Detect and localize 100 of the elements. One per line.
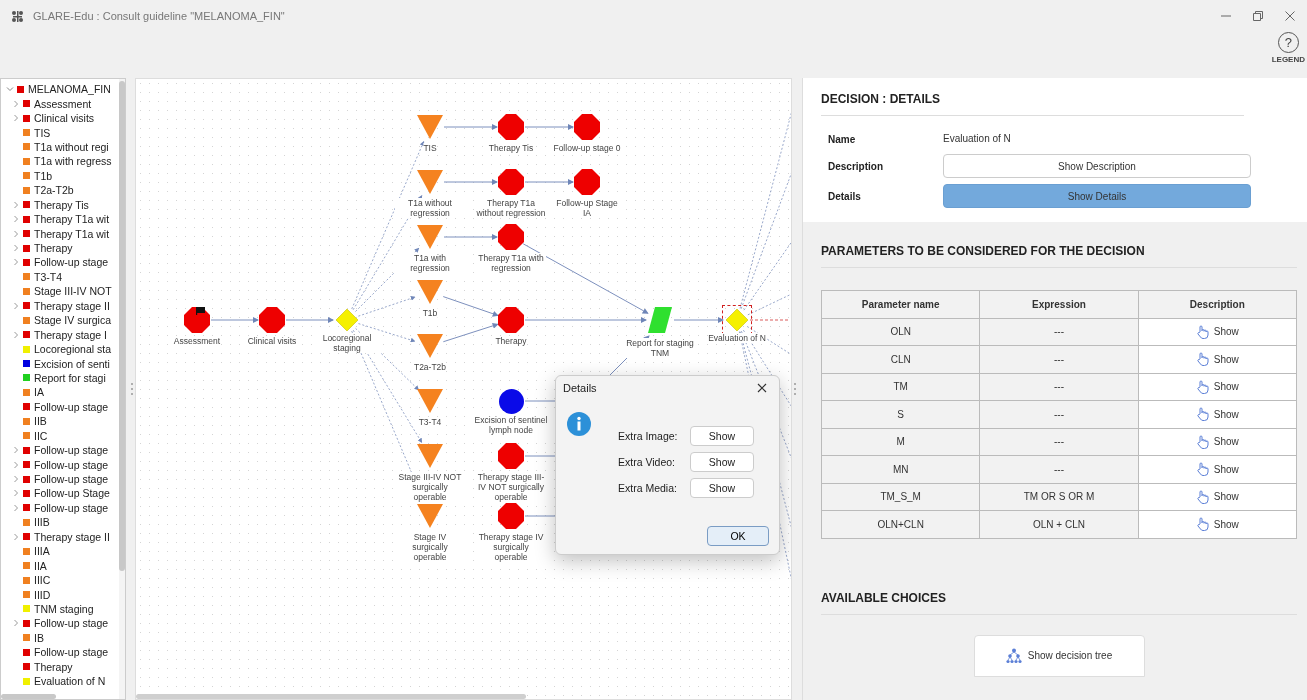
legend-button[interactable]: ? LEGEND [1271, 32, 1305, 64]
diamond-node[interactable] [723, 306, 751, 334]
octagon-node[interactable] [258, 306, 286, 334]
tree-item[interactable]: IIB [34, 415, 47, 428]
chevron-right-icon[interactable] [12, 244, 20, 253]
show-link[interactable]: Show [1138, 401, 1297, 429]
octagon-node[interactable] [497, 502, 525, 530]
chevron-right-icon[interactable] [12, 330, 20, 339]
show-link[interactable]: Show [1138, 428, 1297, 456]
octagon-node[interactable] [497, 223, 525, 251]
tree-item[interactable]: Follow-up stage [34, 444, 109, 457]
tree-item[interactable]: Report for stagi [34, 371, 106, 384]
chevron-right-icon[interactable] [12, 619, 20, 628]
tree-item[interactable]: T1a with regress [34, 155, 112, 168]
chevron-right-icon[interactable] [12, 460, 20, 469]
chevron-down-icon[interactable] [6, 85, 14, 94]
triangle-node[interactable] [416, 442, 444, 470]
tree-item[interactable]: IIIA [34, 545, 50, 558]
scrollbar[interactable] [1, 694, 56, 699]
tree-item[interactable]: T1b [34, 169, 53, 182]
tree-item[interactable]: Stage IV surgica [34, 314, 112, 327]
chevron-right-icon[interactable] [12, 99, 20, 108]
show-link[interactable]: Show [1138, 511, 1297, 539]
decision-tree-button[interactable]: Show decision tree [973, 634, 1145, 677]
chevron-right-icon[interactable] [12, 489, 20, 498]
restore-icon[interactable] [1253, 11, 1263, 21]
chevron-right-icon[interactable] [12, 215, 20, 224]
triangle-node[interactable] [416, 223, 444, 251]
octagon-node[interactable] [497, 168, 525, 196]
parallelogram-node[interactable] [646, 306, 674, 334]
tree-item[interactable]: Therapy stage II [34, 299, 110, 312]
show-button[interactable]: Show [690, 478, 754, 498]
tree-item[interactable]: T1a without regi [34, 140, 109, 153]
tree-item[interactable]: Follow-up stage [34, 646, 109, 659]
tree-item[interactable]: Therapy T1a wit [34, 213, 110, 226]
splitter-grip-icon[interactable] [129, 382, 135, 396]
tree-item[interactable]: IIA [34, 559, 47, 572]
tree-item[interactable]: Follow-up Stage [34, 487, 110, 500]
chevron-right-icon[interactable] [12, 114, 20, 123]
tree-item[interactable]: TNM staging [34, 602, 94, 615]
tree-item[interactable]: Follow-up stage [34, 400, 109, 413]
tree-item[interactable]: IIID [34, 588, 51, 601]
tree-item[interactable]: Follow-up stage [34, 473, 109, 486]
ok-button[interactable]: OK [707, 526, 769, 546]
tree-item[interactable]: IIC [34, 429, 48, 442]
tree-item[interactable]: Follow-up stage [34, 458, 109, 471]
tree-item[interactable]: IIIB [34, 516, 50, 529]
chevron-right-icon[interactable] [12, 475, 20, 484]
tree-item[interactable]: IIIC [34, 574, 51, 587]
tree-item[interactable]: IA [34, 386, 44, 399]
tree-item[interactable]: Therapy [34, 660, 73, 673]
close-icon[interactable] [757, 383, 767, 393]
tree-item[interactable]: Clinical visits [34, 112, 95, 125]
octagon-node[interactable] [183, 306, 211, 334]
triangle-node[interactable] [416, 168, 444, 196]
tree-item[interactable]: T3-T4 [34, 270, 62, 283]
chevron-right-icon[interactable] [12, 503, 20, 512]
chevron-right-icon[interactable] [12, 446, 20, 455]
chevron-right-icon[interactable] [12, 200, 20, 209]
octagon-node[interactable] [497, 442, 525, 470]
tree-item[interactable]: Excision of senti [34, 357, 110, 370]
triangle-node[interactable] [416, 113, 444, 141]
octagon-node[interactable] [573, 113, 601, 141]
tree-item[interactable]: T2a-T2b [34, 184, 74, 197]
show-link[interactable]: Show [1138, 346, 1297, 374]
octagon-node[interactable] [497, 113, 525, 141]
chevron-right-icon[interactable] [12, 301, 20, 310]
tree-item[interactable]: Therapy stage I [34, 328, 107, 341]
octagon-node[interactable] [497, 306, 525, 334]
show-link[interactable]: Show [1138, 318, 1297, 346]
tree-item[interactable]: Assessment [34, 97, 92, 110]
show-link[interactable]: Show [1138, 373, 1297, 401]
show-button[interactable]: Show Description [943, 154, 1251, 178]
tree-item[interactable]: Follow-up stage [34, 256, 109, 269]
show-link[interactable]: Show [1138, 483, 1297, 511]
tree-item[interactable]: MELANOMA_FIN [28, 83, 111, 96]
show-button[interactable]: Show [690, 452, 754, 472]
triangle-node[interactable] [416, 502, 444, 530]
tree-item[interactable]: Locoregional sta [34, 343, 112, 356]
show-link[interactable]: Show [1138, 456, 1297, 484]
scrollbar[interactable] [119, 81, 125, 571]
triangle-node[interactable] [416, 278, 444, 306]
show-button[interactable]: Show [690, 426, 754, 446]
tree-item[interactable]: Stage III-IV NOT [34, 285, 112, 298]
octagon-node[interactable] [573, 168, 601, 196]
chevron-right-icon[interactable] [12, 229, 20, 238]
tree-item[interactable]: Evaluation of N [34, 675, 106, 688]
close-icon[interactable] [1285, 11, 1295, 21]
tree-item[interactable]: Therapy [34, 242, 73, 255]
tree-item[interactable]: Therapy Tis [34, 198, 89, 211]
tree-item[interactable]: TIS [34, 126, 51, 139]
chevron-right-icon[interactable] [12, 258, 20, 267]
tree-item[interactable]: Therapy T1a wit [34, 227, 110, 240]
triangle-node[interactable] [416, 387, 444, 415]
tree-item[interactable]: IB [34, 631, 44, 644]
triangle-node[interactable] [416, 332, 444, 360]
diamond-node[interactable] [333, 306, 361, 334]
tree-item[interactable]: Follow-up stage [34, 501, 109, 514]
tree-item[interactable]: Follow-up stage [34, 617, 109, 630]
tree-item[interactable]: Therapy stage II [34, 530, 110, 543]
